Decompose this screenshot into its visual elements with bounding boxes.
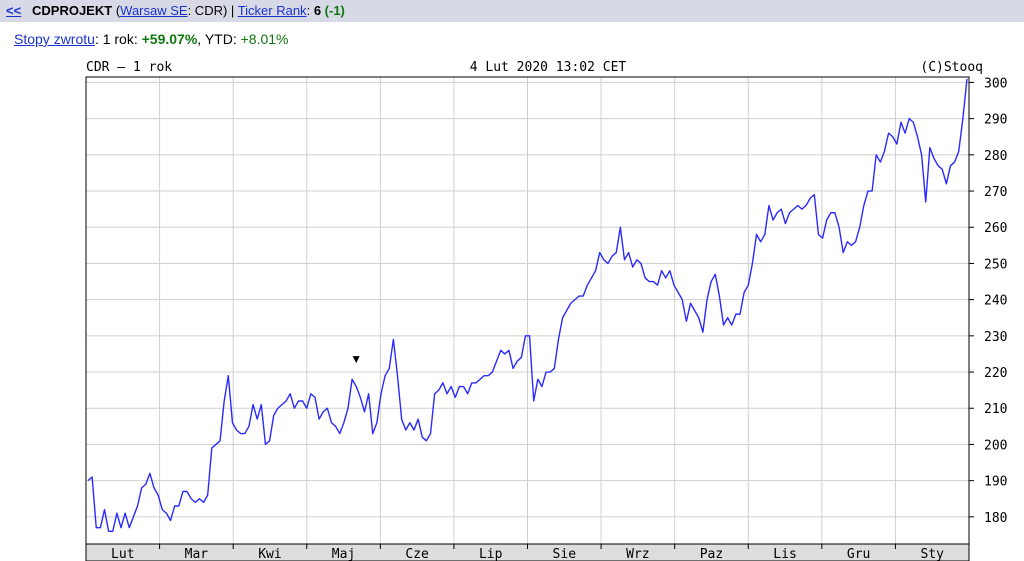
y-tick-label: 190 (984, 475, 1007, 490)
x-tick-label: Paz (700, 547, 723, 561)
x-tick-label: Lis (773, 547, 796, 561)
event-marker: ▼ (350, 352, 362, 366)
x-tick-label: Sty (920, 547, 944, 561)
y-tick-label: 300 (984, 76, 1007, 91)
y-tick-label: 200 (984, 438, 1007, 453)
chart-credit: (C)Stooq (920, 60, 983, 75)
x-tick-label: Maj (332, 547, 355, 561)
x-tick-label: Kwi (258, 547, 281, 561)
x-tick-label: Sie (553, 547, 577, 561)
y-tick-label: 260 (984, 221, 1007, 236)
chart-title: CDR – 1 rok (86, 60, 172, 75)
chart-grid (86, 77, 969, 544)
x-tick-label: Mar (185, 547, 209, 561)
y-axis: 180 190 200 210 220 230 240 250 260 270 280 290 300 (969, 76, 1007, 526)
y-tick-label: 250 (984, 257, 1007, 272)
x-tick-label: Lut (111, 547, 134, 561)
y-tick-label: 240 (984, 294, 1007, 309)
y-tick-label: 270 (984, 185, 1007, 200)
x-tick-label: Lip (479, 547, 503, 561)
y-tick-label: 210 (984, 402, 1007, 417)
x-tick-label: Cze (405, 547, 429, 561)
y-tick-label: 220 (984, 366, 1007, 381)
y-tick-label: 280 (984, 149, 1007, 164)
x-tick-label: Gru (847, 547, 870, 561)
price-chart: CDR – 1 rok 4 Lut 2020 13:02 CET (C)Stoo… (85, 60, 1007, 561)
chart-timestamp: 4 Lut 2020 13:02 CET (470, 60, 627, 75)
x-tick-label: Wrz (626, 547, 649, 561)
y-tick-label: 230 (984, 330, 1007, 345)
y-tick-label: 290 (984, 113, 1007, 128)
y-tick-label: 180 (984, 511, 1007, 526)
